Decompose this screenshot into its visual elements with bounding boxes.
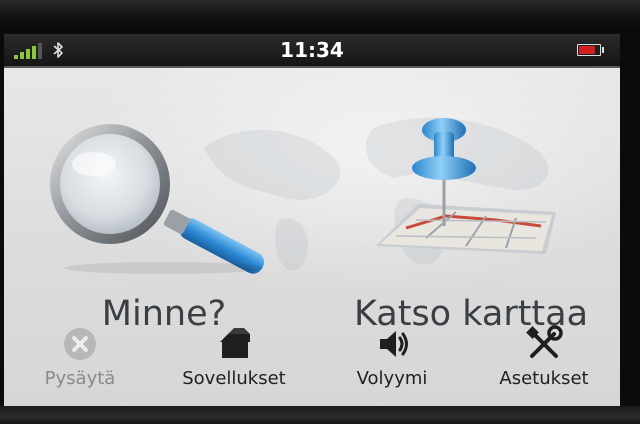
settings-label: Asetukset [499,368,589,389]
stop-button[interactable]: Pysäytä [10,320,150,396]
stop-x-icon [64,328,96,360]
bottom-menu: Pysäytä Sovellukset Volyymi Asetukset [4,316,620,406]
speaker-icon [380,331,408,357]
device-bezel [0,0,640,30]
view-map-button[interactable]: Katso karttaa [326,108,616,348]
magnifier-icon [50,124,265,274]
battery-icon [577,44,604,56]
map-pushpin-icon [376,118,556,254]
settings-button[interactable]: Asetukset [474,320,614,396]
apps-label: Sovellukset [182,368,286,389]
toolbox-icon [220,328,250,358]
stop-label: Pysäytä [44,368,116,389]
device-bezel-bottom [0,406,640,424]
volume-button[interactable]: Volyymi [322,320,462,396]
status-bar: 11:34 [4,34,620,68]
volume-label: Volyymi [356,368,428,389]
where-to-button[interactable]: Minne? [24,108,304,348]
battery-level-fill [579,46,595,54]
tools-icon [526,325,563,358]
device-screen: 11:34 Minne? Katso karttaa Pysäytä Sovel… [4,34,620,406]
apps-button[interactable]: Sovellukset [164,320,304,396]
clock: 11:34 [280,38,344,62]
